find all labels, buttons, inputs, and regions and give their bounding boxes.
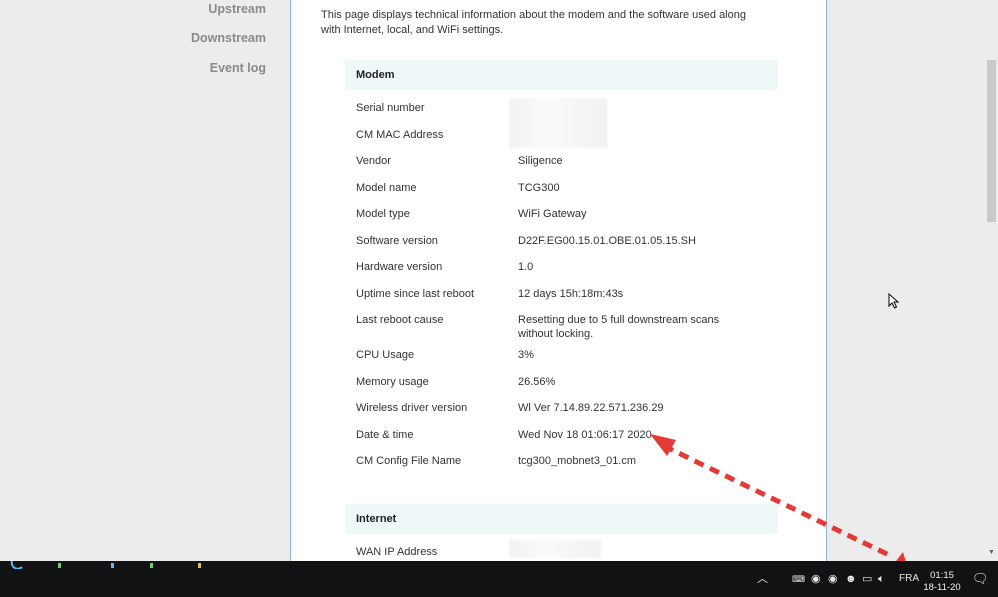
steam-icon[interactable]: ◉ bbox=[828, 572, 838, 586]
windows-taskbar: ︿ ⌨ ◉ ◉ ☻ ▭ 🔈︎ FRA 01:15 18-11-20 🗨︎ bbox=[0, 561, 998, 597]
uptime-label: Uptime since last reboot bbox=[356, 288, 474, 300]
vendor-value: Siligence bbox=[518, 155, 563, 167]
uptime-value: 12 days 15h:18m:43s bbox=[518, 288, 624, 300]
steam-icon[interactable]: ◉ bbox=[811, 572, 821, 586]
language-indicator[interactable]: FRA bbox=[899, 572, 919, 586]
model-type-value: WiFi Gateway bbox=[518, 208, 587, 220]
last-reboot-cause-value: Resetting due to 5 full downstream scans… bbox=[518, 314, 720, 340]
scrollbar-thumb[interactable] bbox=[987, 60, 996, 222]
keyboard-icon[interactable]: ⌨ bbox=[792, 572, 805, 586]
running-app-indicator-icon bbox=[10, 561, 23, 569]
discord-icon[interactable]: ☻ bbox=[845, 572, 857, 586]
app-indicator bbox=[198, 563, 201, 568]
cm-config-file-name-value: tcg300_mobnet3_01.cm bbox=[518, 455, 637, 467]
memory-usage-value: 26.56% bbox=[518, 376, 556, 388]
redacted-serial-and-mac bbox=[509, 98, 607, 148]
nav-item-upstream[interactable]: Upstream bbox=[208, 2, 266, 16]
cm-config-file-name-label: CM Config File Name bbox=[356, 455, 462, 467]
date-time-value: Wed Nov 18 01:06:17 2020 bbox=[518, 429, 652, 441]
notification-icon[interactable]: 🗨︎ bbox=[972, 572, 989, 586]
serial-number-label: Serial number bbox=[356, 102, 425, 114]
chevron-up-icon[interactable]: ︿ bbox=[757, 572, 768, 586]
scroll-down-arrow-icon[interactable]: ▼ bbox=[988, 549, 995, 556]
model-name-value: TCG300 bbox=[518, 182, 560, 194]
redacted-wan-ip bbox=[509, 540, 601, 558]
date-time-label: Date & time bbox=[356, 429, 414, 441]
last-reboot-cause-label: Last reboot cause bbox=[356, 314, 444, 326]
wireless-driver-version-value: Wl Ver 7.14.89.22.571.236.29 bbox=[518, 402, 664, 414]
nav-item-downstream[interactable]: Downstream bbox=[191, 31, 266, 45]
modem-section-header: Modem bbox=[345, 60, 778, 90]
clock-time: 01:15 bbox=[930, 570, 954, 581]
page-description: This page displays technical information… bbox=[321, 9, 746, 36]
clock-date: 18-11-20 bbox=[923, 582, 961, 593]
hardware-version-value: 1.0 bbox=[518, 261, 534, 273]
wan-ip-address-label: WAN IP Address bbox=[356, 546, 438, 558]
internet-section-header: Internet bbox=[345, 504, 778, 534]
nav-item-event-log[interactable]: Event log bbox=[210, 61, 266, 75]
app-indicator bbox=[58, 563, 61, 568]
cm-mac-address-label: CM MAC Address bbox=[356, 129, 444, 141]
app-indicator bbox=[150, 563, 153, 568]
model-type-label: Model type bbox=[356, 208, 410, 220]
app-indicator bbox=[111, 563, 114, 568]
model-name-label: Model name bbox=[356, 182, 417, 194]
volume-icon[interactable]: 🔈︎ bbox=[878, 572, 885, 586]
software-version-value: D22F.EG00.15.01.OBE.01.05.15.SH bbox=[518, 235, 696, 247]
vendor-label: Vendor bbox=[356, 155, 391, 167]
mouse-cursor-icon bbox=[888, 293, 900, 309]
taskbar-clock[interactable]: 01:15 18-11-20 bbox=[918, 570, 966, 594]
wireless-driver-version-label: Wireless driver version bbox=[356, 402, 468, 414]
side-navigation: Upstream Downstream Event log bbox=[0, 0, 290, 561]
cpu-usage-value: 3% bbox=[518, 349, 534, 361]
cpu-usage-label: CPU Usage bbox=[356, 349, 415, 361]
page-scrollbar[interactable]: ▼ bbox=[985, 0, 998, 561]
network-icon[interactable]: ▭ bbox=[862, 572, 872, 586]
memory-usage-label: Memory usage bbox=[356, 376, 429, 388]
software-version-label: Software version bbox=[356, 235, 438, 247]
main-content-panel: This page displays technical information… bbox=[290, 0, 827, 561]
hardware-version-label: Hardware version bbox=[356, 261, 443, 273]
